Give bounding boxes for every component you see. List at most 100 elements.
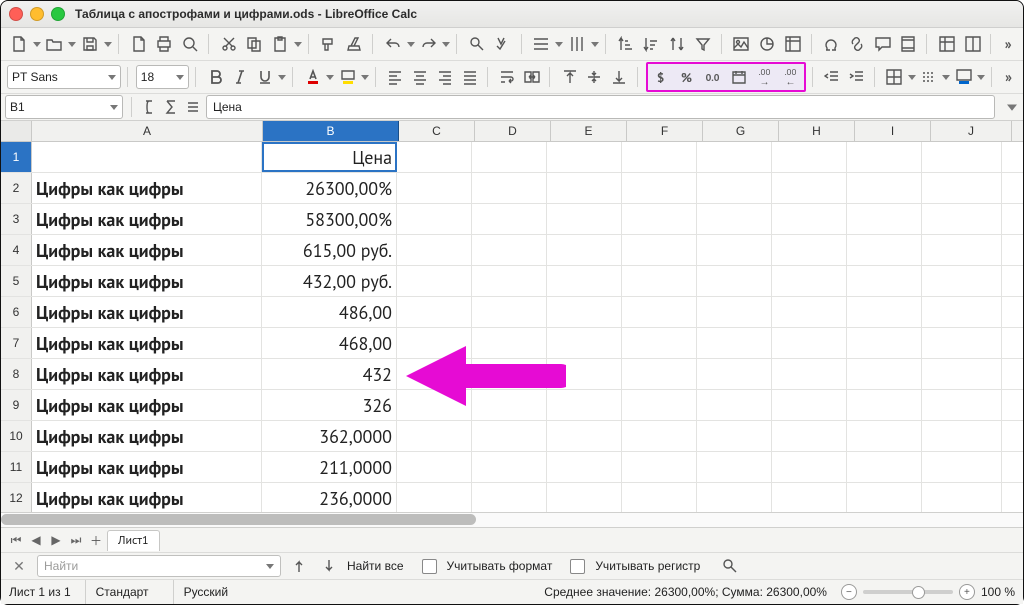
cell-I9[interactable]	[847, 390, 922, 420]
cell-J5[interactable]	[922, 266, 1002, 296]
row-header[interactable]: 10	[1, 421, 32, 451]
cell-F7[interactable]	[622, 328, 697, 358]
cell-I5[interactable]	[847, 266, 922, 296]
clear-formatting-button[interactable]	[342, 32, 366, 56]
decrease-indent-button[interactable]	[820, 65, 843, 89]
valign-top-button[interactable]	[558, 65, 581, 89]
insert-pivot-button[interactable]	[781, 32, 805, 56]
cell-J11[interactable]	[922, 452, 1002, 482]
cell-I12[interactable]	[847, 483, 922, 512]
col-header-E[interactable]: E	[551, 121, 627, 141]
find-options-button[interactable]	[718, 554, 742, 578]
cell-I11[interactable]	[847, 452, 922, 482]
row-header[interactable]: 5	[1, 266, 32, 296]
cell-C7[interactable]	[397, 328, 472, 358]
cell-B1[interactable]: Цена	[262, 142, 397, 172]
cell-G10[interactable]	[697, 421, 772, 451]
find-prev-button[interactable]	[287, 554, 311, 578]
cell-D12[interactable]	[472, 483, 547, 512]
cell-G3[interactable]	[697, 204, 772, 234]
remove-decimal-button[interactable]: .00←	[779, 65, 803, 89]
row-header[interactable]: 9	[1, 390, 32, 420]
col-header-C[interactable]: C	[399, 121, 475, 141]
cell-E11[interactable]	[547, 452, 622, 482]
cell-I2[interactable]	[847, 173, 922, 203]
sort-button[interactable]	[665, 32, 689, 56]
cell-H1[interactable]	[772, 142, 847, 172]
window-minimize-button[interactable]	[30, 7, 44, 21]
autofilter-button[interactable]	[691, 32, 715, 56]
sheet-tab-1[interactable]: Лист1	[107, 530, 160, 551]
zoom-out-button[interactable]: −	[841, 584, 857, 600]
cell-B4[interactable]: 615,00 руб.	[262, 235, 397, 265]
select-all-corner[interactable]	[1, 121, 32, 141]
cell-I4[interactable]	[847, 235, 922, 265]
special-char-button[interactable]	[819, 32, 843, 56]
row-header[interactable]: 11	[1, 452, 32, 482]
insert-image-button[interactable]	[730, 32, 754, 56]
cell-G5[interactable]	[697, 266, 772, 296]
cell-D2[interactable]	[472, 173, 547, 203]
col-header-F[interactable]: F	[627, 121, 703, 141]
cell-E8[interactable]	[547, 359, 622, 389]
cell-C8[interactable]	[397, 359, 472, 389]
cell-B6[interactable]: 486,00	[262, 297, 397, 327]
new-doc-button[interactable]	[7, 32, 31, 56]
cell-E3[interactable]	[547, 204, 622, 234]
cell-I1[interactable]	[847, 142, 922, 172]
paste-dropdown[interactable]	[294, 33, 302, 55]
paste-button[interactable]	[268, 32, 292, 56]
formula-expand-button[interactable]	[1001, 96, 1023, 118]
font-color-button[interactable]	[301, 65, 324, 89]
zoom-in-button[interactable]: +	[959, 584, 975, 600]
wrap-text-button[interactable]	[496, 65, 519, 89]
sort-asc-button[interactable]	[614, 32, 638, 56]
cell-A7[interactable]: Цифры как цифры	[32, 328, 262, 358]
row-ops-button[interactable]	[530, 32, 554, 56]
name-box[interactable]: B1	[5, 95, 123, 119]
col-header-G[interactable]: G	[703, 121, 779, 141]
underline-button[interactable]	[254, 65, 277, 89]
zoom-slider-knob[interactable]	[912, 586, 925, 599]
cell-G8[interactable]	[697, 359, 772, 389]
export-pdf-button[interactable]	[127, 32, 151, 56]
open-dropdown[interactable]	[68, 33, 76, 55]
match-format-checkbox[interactable]	[422, 559, 437, 574]
cell-J12[interactable]	[922, 483, 1002, 512]
borders-dropdown[interactable]	[908, 66, 916, 88]
cell-I3[interactable]	[847, 204, 922, 234]
cell-A11[interactable]: Цифры как цифры	[32, 452, 262, 482]
cell-E2[interactable]	[547, 173, 622, 203]
cell-I8[interactable]	[847, 359, 922, 389]
font-color-dropdown[interactable]	[326, 66, 334, 88]
cell-A12[interactable]: Цифры как цифры	[32, 483, 262, 512]
cell-D6[interactable]	[472, 297, 547, 327]
cell-G1[interactable]	[697, 142, 772, 172]
cell-A3[interactable]: Цифры как цифры	[32, 204, 262, 234]
cell-C9[interactable]	[397, 390, 472, 420]
cell-F3[interactable]	[622, 204, 697, 234]
cell-E12[interactable]	[547, 483, 622, 512]
format-number-button[interactable]: 0.0	[701, 65, 725, 89]
font-size-combo[interactable]: 18	[136, 65, 189, 89]
col-header-J[interactable]: J	[931, 121, 1012, 141]
row-header[interactable]: 12	[1, 483, 32, 512]
cell-G7[interactable]	[697, 328, 772, 358]
cell-H12[interactable]	[772, 483, 847, 512]
zoom-value[interactable]: 100 %	[981, 585, 1015, 599]
tab-first-button[interactable]: ⏮	[7, 531, 25, 549]
highlight-color-dropdown[interactable]	[361, 66, 369, 88]
insert-comment-button[interactable]	[871, 32, 895, 56]
cell-A9[interactable]: Цифры как цифры	[32, 390, 262, 420]
print-preview-button[interactable]	[178, 32, 202, 56]
match-case-checkbox[interactable]	[570, 559, 585, 574]
cell-B9[interactable]: 326	[262, 390, 397, 420]
row-header[interactable]: 1	[1, 142, 32, 172]
cell-A5[interactable]: Цифры как цифры	[32, 266, 262, 296]
tab-last-button[interactable]: ⏭	[67, 531, 85, 549]
cell-A6[interactable]: Цифры как цифры	[32, 297, 262, 327]
find-all-label[interactable]: Найти все	[347, 559, 404, 573]
zoom-slider[interactable]	[863, 590, 953, 594]
spreadsheet-grid[interactable]: A B C D E F G H I J 1Цена2Цифры как цифр…	[1, 121, 1023, 527]
cell-E10[interactable]	[547, 421, 622, 451]
